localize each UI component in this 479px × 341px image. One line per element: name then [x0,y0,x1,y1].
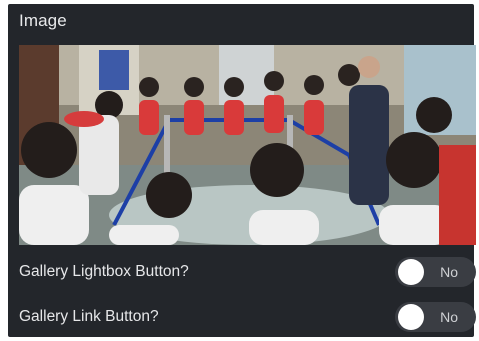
panel-title: Image [19,11,67,30]
setting-label-lightbox: Gallery Lightbox Button? [19,263,189,280]
setting-label-link: Gallery Link Button? [19,308,159,325]
toggle-state-text: No [440,309,458,325]
setting-row-lightbox: Gallery Lightbox Button? No [19,257,476,287]
link-toggle[interactable]: No [395,302,476,332]
toggle-knob [398,259,424,285]
image-settings-panel: Image Gallery Lightbox Button? No Galler… [8,4,476,337]
photo-illustration [19,45,476,245]
lightbox-toggle[interactable]: No [395,257,476,287]
image-preview[interactable] [19,45,476,245]
toggle-knob [398,304,424,330]
toggle-state-text: No [440,264,458,280]
setting-row-link: Gallery Link Button? No [19,302,476,332]
